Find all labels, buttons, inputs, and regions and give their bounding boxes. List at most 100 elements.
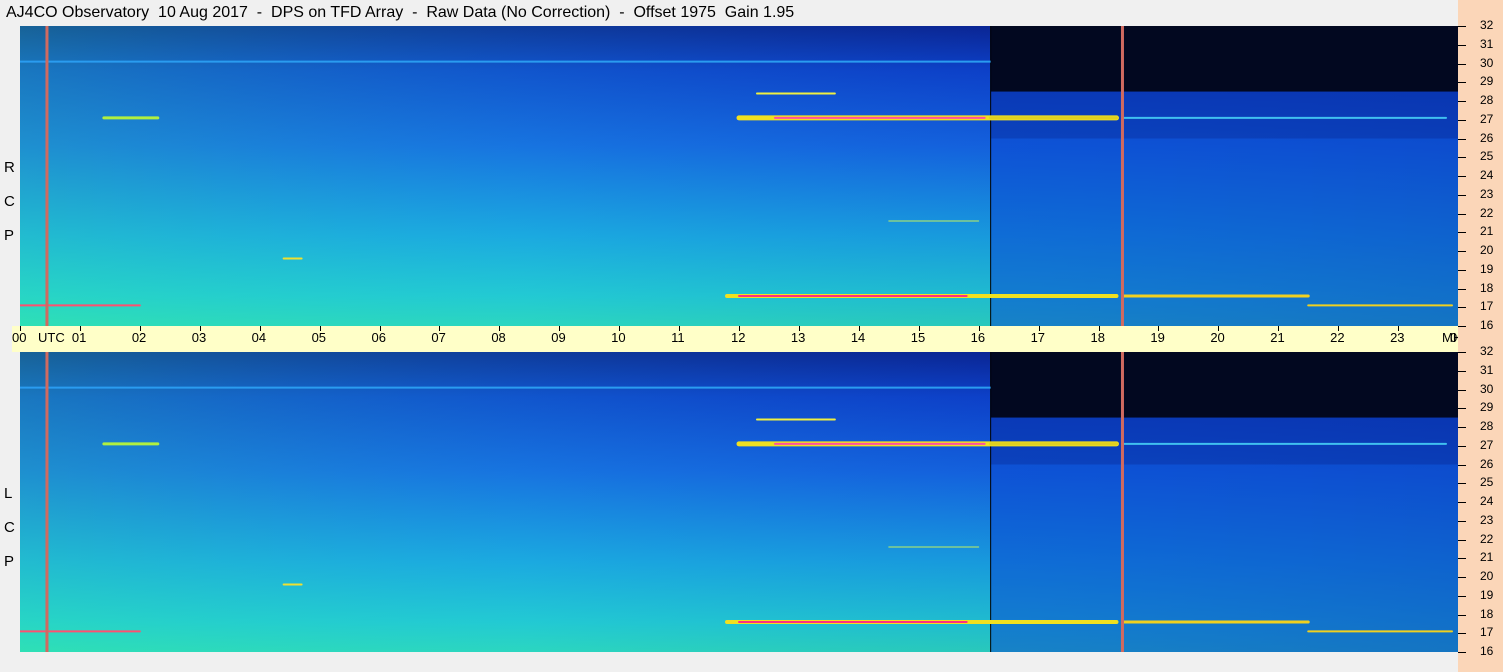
frequency-tick	[1458, 483, 1466, 485]
time-tick-label: 06	[371, 330, 386, 345]
frequency-tick	[1458, 408, 1466, 410]
frequency-tick	[1458, 307, 1466, 309]
time-tick-label: 11	[671, 330, 685, 345]
frequency-tick	[1458, 269, 1466, 271]
time-tick-label: 07	[431, 330, 446, 345]
frequency-tick-label: 30	[1480, 381, 1494, 396]
frequency-tick-label: 25	[1480, 149, 1494, 164]
frequency-tick	[1458, 445, 1466, 447]
time-tick-label: 13	[790, 330, 806, 345]
lcp-label-p: P	[4, 553, 15, 570]
frequency-tick-label: 32	[1480, 18, 1494, 32]
time-tick-label: 08	[491, 330, 506, 345]
frequency-tick-label: 27	[1480, 111, 1494, 126]
quiet-band-region	[990, 352, 1458, 418]
rcp-spectrogram	[20, 26, 1458, 326]
frequency-tick	[1458, 138, 1466, 140]
frequency-tick	[1458, 595, 1466, 597]
frequency-tick	[1458, 119, 1466, 121]
frequency-tick	[1458, 63, 1466, 65]
time-tick-label: 22	[1330, 330, 1345, 345]
frequency-tick-label: 24	[1480, 494, 1494, 508]
time-tick-label: 15	[910, 330, 926, 345]
time-tick-label: 04	[251, 330, 267, 345]
rcp-frequency-axis: 32 31 30 29 28 27 26 25 24 23 22 21 20 19 18 17 16	[1458, 0, 1503, 352]
time-tick-label: 03	[191, 330, 207, 345]
rcp-label-r: R	[4, 159, 15, 176]
time-axis: 00 01 02 03 04 05 06 07 08 09 10 11 12 13 14 15 16 17 18 19…	[12, 326, 1470, 352]
frequency-tick	[1458, 389, 1466, 391]
frequency-tick	[1458, 520, 1466, 522]
time-tick-label: 09	[551, 330, 566, 345]
frequency-tick-label: 17	[1480, 299, 1494, 314]
time-tick-label: 12	[731, 330, 746, 345]
time-tick-label: 02	[131, 330, 147, 345]
frequency-tick	[1458, 101, 1466, 102]
lcp-frequency-axis: 32 31 30 29 28 27 26 25 24 23 22 21 20 19 18 17 16	[1458, 344, 1503, 672]
frequency-tick	[1458, 232, 1466, 234]
time-tick-label: 10	[611, 330, 626, 345]
frequency-tick-label: 19	[1480, 587, 1494, 602]
frequency-tick-label: 21	[1480, 550, 1494, 565]
frequency-tick	[1458, 326, 1466, 327]
marker-line-1	[1120, 352, 1124, 652]
frequency-tick	[1458, 539, 1466, 541]
frequency-tick	[1458, 652, 1466, 653]
time-tick-label: 16	[970, 330, 986, 345]
frequency-tick-label: 29	[1480, 74, 1494, 89]
frequency-tick-label: 27	[1480, 437, 1494, 452]
time-unit-label: UTC	[38, 330, 65, 345]
quiet-mid-region	[990, 417, 1458, 465]
frequency-tick-label: 21	[1480, 224, 1494, 239]
frequency-tick	[1458, 82, 1466, 84]
frequency-tick	[1458, 44, 1466, 46]
frequency-tick	[1458, 614, 1466, 616]
lcp-label-l: L	[4, 485, 13, 502]
chart-title: AJ4CO Observatory 10 Aug 2017 - DPS on T…	[6, 4, 795, 21]
frequency-tick	[1458, 251, 1466, 252]
frequency-tick-label: 23	[1480, 512, 1494, 527]
frequency-tick-label: 22	[1480, 531, 1494, 546]
frequency-tick	[1458, 194, 1466, 196]
time-tick-label: 23	[1390, 330, 1405, 345]
frequency-tick-label: 24	[1480, 168, 1494, 182]
frequency-tick-label: 31	[1480, 362, 1494, 377]
frequency-tick-label: 16	[1480, 318, 1494, 332]
frequency-tick-label: 20	[1480, 569, 1494, 583]
frequency-tick	[1458, 370, 1466, 372]
lcp-spectrogram	[20, 352, 1458, 652]
frequency-tick	[1458, 633, 1466, 635]
quiet-band-region	[990, 26, 1458, 92]
rcp-side: R C P	[0, 26, 20, 326]
frequency-tick-label: 29	[1480, 400, 1494, 415]
rcp-label-p: P	[4, 227, 15, 244]
frequency-tick-label: 25	[1480, 475, 1494, 490]
marker-line-0	[45, 26, 49, 326]
frequency-tick-label: 23	[1480, 186, 1494, 201]
spectrogram-svg	[20, 26, 1458, 326]
time-tick-label: 05	[311, 330, 327, 345]
frequency-tick-label: 18	[1480, 280, 1494, 295]
frequency-tick-label: 22	[1480, 205, 1494, 220]
frequency-tick	[1458, 502, 1466, 503]
frequency-tick-label: 19	[1480, 261, 1494, 276]
frequency-tick	[1458, 176, 1466, 177]
frequency-tick	[1458, 464, 1466, 466]
frequency-tick-label: 18	[1480, 606, 1494, 621]
frequency-tick	[1458, 558, 1466, 560]
frequency-tick	[1458, 157, 1466, 159]
time-tick-label: 21	[1270, 330, 1285, 345]
frequency-tick	[1458, 288, 1466, 290]
spectrogram-svg	[20, 352, 1458, 652]
frequency-tick	[1458, 427, 1466, 428]
frequency-tick-label: 20	[1480, 243, 1494, 257]
rcp-label-c: C	[4, 193, 15, 210]
frequency-tick-label: 26	[1480, 456, 1494, 471]
time-tick-label: 14	[850, 330, 866, 345]
frequency-tick	[1458, 352, 1466, 353]
frequency-tick	[1458, 213, 1466, 215]
time-tick-label: 18	[1090, 330, 1105, 345]
frequency-tick-label: 32	[1480, 344, 1494, 358]
quiet-mid-region	[990, 91, 1458, 139]
time-tick-label: 17	[1030, 330, 1046, 345]
